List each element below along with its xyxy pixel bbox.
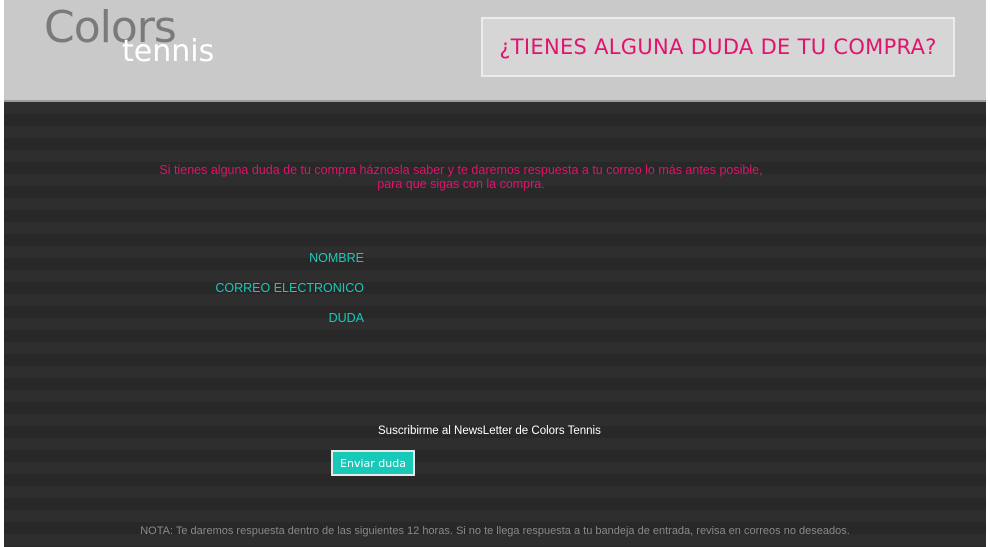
intro-line-1: Si tienes alguna duda de tu compra házno… (159, 163, 763, 177)
name-label: NOMBRE (309, 251, 364, 265)
page-frame: Colors tennis ¿TIENES ALGUNA DUDA DE TU … (4, 0, 986, 547)
intro-line-2: para que sigas con la compra. (377, 177, 545, 191)
intro-text: Si tienes alguna duda de tu compra házno… (4, 163, 918, 191)
question-label: DUDA (328, 311, 364, 325)
footer-note: NOTA: Te daremos respuesta dentro de las… (140, 525, 850, 537)
main-content: Si tienes alguna duda de tu compra házno… (4, 102, 986, 547)
newsletter-label[interactable]: Suscribirme al NewsLetter de Colors Tenn… (378, 425, 601, 437)
header: Colors tennis ¿TIENES ALGUNA DUDA DE TU … (4, 0, 986, 102)
submit-button[interactable]: Enviar duda (331, 450, 415, 476)
page-title-banner: ¿TIENES ALGUNA DUDA DE TU COMPRA? (481, 17, 955, 77)
logo-subtitle: tennis (122, 34, 215, 69)
email-label: CORREO ELECTRONICO (215, 281, 364, 295)
page-title: ¿TIENES ALGUNA DUDA DE TU COMPRA? (499, 35, 937, 59)
